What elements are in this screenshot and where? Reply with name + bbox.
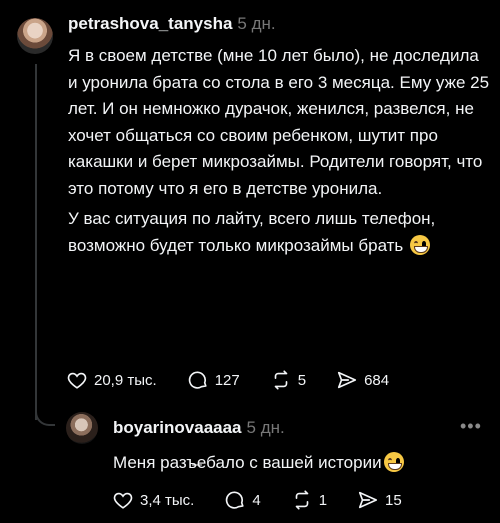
avatar[interactable] (17, 18, 53, 54)
comment-icon (226, 491, 244, 509)
grinning-sweat-emoji-icon (410, 234, 431, 255)
reply-header: boyarinovaaaaa 5 дн. (113, 417, 285, 439)
like-count: 20,9 тыс. (94, 371, 157, 389)
send-icon (358, 491, 378, 509)
reply-time: 5 дн. (246, 418, 285, 437)
post-paragraph-text: У вас ситуация по лайту, всего лишь теле… (68, 209, 436, 255)
reply-actions: 3,4 тыс. 4 1 15 (112, 489, 432, 511)
reply-share-count: 15 (385, 491, 402, 509)
post-time: 5 дн. (237, 14, 276, 33)
post-username[interactable]: petrashova_tanysha (68, 14, 232, 33)
heart-icon (113, 492, 133, 509)
comment-button[interactable]: 127 (187, 369, 240, 391)
comment-count: 127 (214, 371, 240, 389)
like-button[interactable]: 20,9 тыс. (66, 369, 157, 391)
heart-icon (67, 372, 87, 389)
repost-button[interactable]: 5 (270, 369, 306, 391)
reply-repost-button[interactable]: 1 (291, 489, 327, 511)
reply-username[interactable]: boyarinovaaaaa (113, 418, 242, 437)
thread-reply-connector (35, 400, 55, 426)
thread-connector-line (35, 64, 37, 420)
reply-share-button[interactable]: 15 (357, 489, 402, 511)
comment-icon (188, 371, 207, 389)
share-button[interactable]: 684 (336, 369, 389, 391)
reply-avatar[interactable] (66, 412, 98, 444)
post-header: petrashova_tanysha 5 дн. (68, 13, 276, 35)
tears-of-joy-emoji-icon (383, 452, 404, 472)
send-icon (337, 371, 357, 389)
post-body: Я в своем детстве (мне 10 лет было), не … (68, 43, 493, 259)
repost-icon (274, 370, 288, 390)
reply-comment-button[interactable]: 4 (224, 489, 261, 511)
repost-count: 5 (297, 371, 307, 389)
reply-repost-count: 1 (318, 491, 328, 509)
post-paragraph-last: У вас ситуация по лайту, всего лишь теле… (68, 206, 493, 259)
repost-icon (295, 490, 309, 510)
share-count: 684 (364, 371, 390, 389)
reply-like-button[interactable]: 3,4 тыс. (112, 489, 194, 511)
reply-like-count: 3,4 тыс. (140, 491, 195, 509)
reply-comment-count: 4 (252, 491, 261, 509)
post-paragraph: Я в своем детстве (мне 10 лет было), не … (68, 46, 490, 198)
ellipsis-icon[interactable]: ••• (460, 416, 482, 437)
reply-text: Меня разъ̶ебало с вашей истории (113, 453, 382, 472)
reply-body: Меня разъ̶ебало с вашей истории (113, 451, 404, 475)
post-actions: 20,9 тыс. 127 5 684 (66, 369, 419, 391)
